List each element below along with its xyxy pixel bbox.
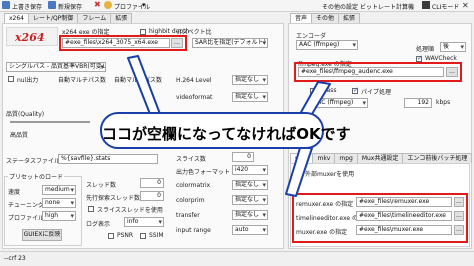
arrow-to-muxer: [285, 147, 313, 197]
status-bar-text: --crf 23: [4, 255, 26, 262]
arrow-to-x264: [127, 55, 161, 115]
callout-text: ココが空欄になってなければOKです: [102, 125, 351, 143]
callout-box: ココが空欄になってなければOKです: [100, 112, 351, 149]
status-bar: --crf 23: [0, 251, 474, 266]
arrow-to-ffmpeg: [299, 81, 331, 115]
